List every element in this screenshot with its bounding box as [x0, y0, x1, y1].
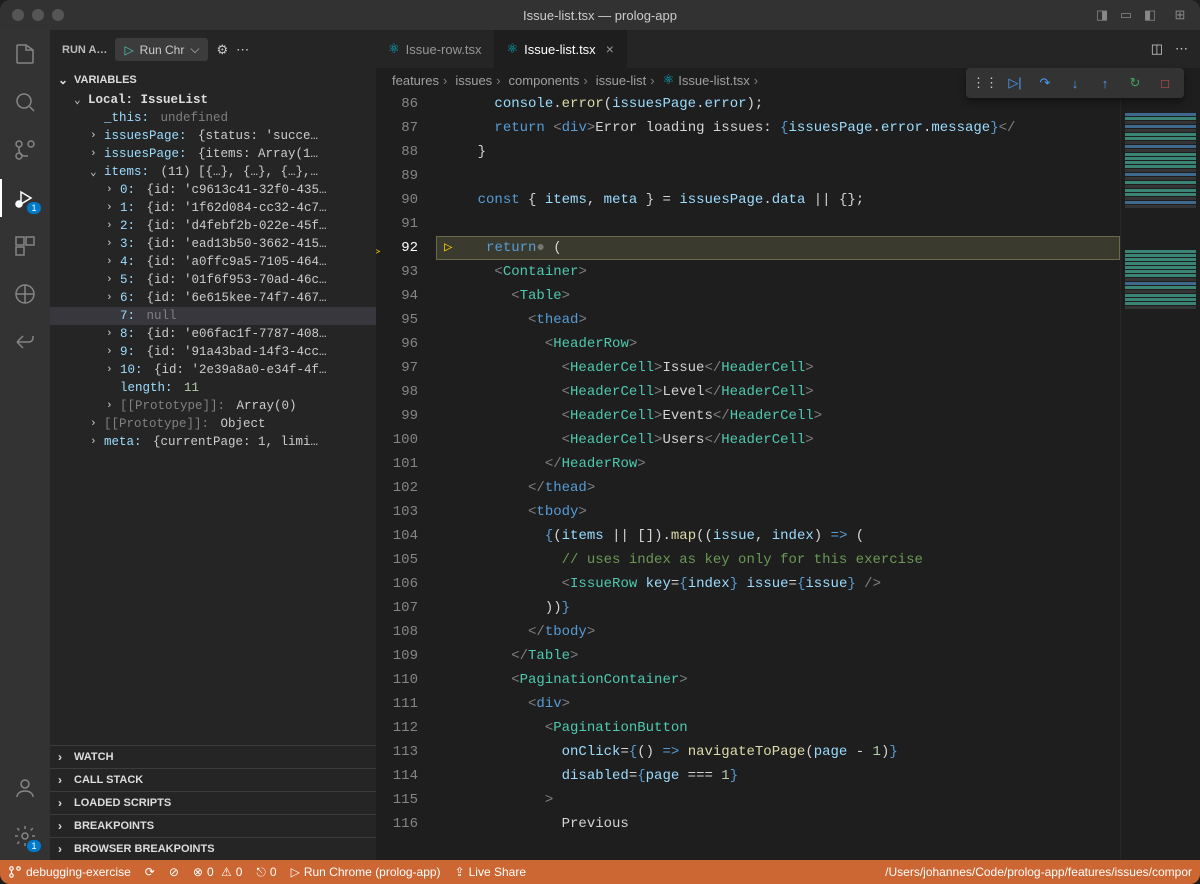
scope-label: Local: IssueList [88, 93, 208, 107]
settings-badge: 1 [27, 840, 41, 852]
chevron-down-icon: ⌵ [190, 42, 199, 57]
var-issuespage-2[interactable]: › issuesPage: {items: Array(1… [50, 145, 376, 163]
react-file-icon: ⚛ [388, 41, 400, 57]
editor-tabs: ⚛ Issue-row.tsx ⚛ Issue-list.tsx × ◫ ⋯ [376, 30, 1200, 68]
share-icon[interactable] [11, 328, 39, 356]
var-item-6[interactable]: ›6: {id: '6e615kee-74f7-467… [50, 289, 376, 307]
code-editor[interactable]: 868788899091▷929394959697989910010110210… [376, 92, 1200, 860]
port-indicator[interactable]: ⎋ 0 [256, 865, 276, 880]
step-into-icon[interactable]: ↓ [1066, 74, 1084, 92]
titlebar-layout-icons: ◨ ▭ ◧ ⊞ [1094, 7, 1188, 23]
editor-group: ⚛ Issue-row.tsx ⚛ Issue-list.tsx × ◫ ⋯ f… [376, 30, 1200, 860]
maximize-window-icon[interactable] [52, 9, 64, 21]
debug-sidebar: RUN A… ▷ Run Chr ⌵ ⚙ ⋯ ⌄ VARIABLES ⌄ Loc… [50, 30, 376, 860]
gear-icon[interactable]: ⚙ [216, 42, 228, 58]
drag-handle-icon[interactable]: ⋮⋮ [976, 74, 994, 92]
var-item-9[interactable]: ›9: {id: '91a43bad-14f3-4cc… [50, 343, 376, 361]
callstack-section[interactable]: ›CALL STACK [50, 768, 376, 791]
code-content[interactable]: console.error(issuesPage.error); return … [436, 92, 1120, 860]
var-items[interactable]: ⌄ items: (11) [{…}, {…}, {…},… [50, 163, 376, 181]
var-item-0[interactable]: ›0: {id: 'c9613c41-32f0-435… [50, 181, 376, 199]
var-item-10[interactable]: ›10: {id: '2e39a8a0-e34f-4f… [50, 361, 376, 379]
var-this[interactable]: _this: undefined [50, 109, 376, 127]
tab-label: Issue-list.tsx [524, 42, 596, 57]
debug-config-dropdown[interactable]: ▷ Run Chr ⌵ [115, 38, 208, 61]
more-icon[interactable]: ⋯ [236, 42, 249, 58]
close-window-icon[interactable] [12, 9, 24, 21]
minimap[interactable] [1120, 92, 1200, 860]
activity-bar: 1 1 [0, 30, 50, 860]
var-item-1[interactable]: ›1: {id: '1f62d084-cc32-4c7… [50, 199, 376, 217]
settings-gear-icon[interactable]: 1 [11, 822, 39, 850]
live-share[interactable]: ⇪ Live Share [455, 865, 526, 879]
scope-row[interactable]: ⌄ Local: IssueList [50, 91, 376, 109]
line-gutter: 868788899091▷929394959697989910010110210… [376, 92, 436, 860]
continue-icon[interactable]: ▷| [1006, 74, 1024, 92]
account-icon[interactable] [11, 774, 39, 802]
layout-panel-right-icon[interactable]: ◧ [1142, 7, 1158, 23]
breadcrumb[interactable]: features issues components issue-list ⚛ … [376, 68, 1200, 92]
play-icon: ▷ [124, 43, 133, 57]
debug-config-label: Run Chr [140, 43, 185, 57]
search-icon[interactable] [11, 88, 39, 116]
var-prototype[interactable]: › [[Prototype]]: Object [50, 415, 376, 433]
titlebar: Issue-list.tsx — prolog-app ◨ ▭ ◧ ⊞ [0, 0, 1200, 30]
var-item-2[interactable]: ›2: {id: 'd4febf2b-022e-45f… [50, 217, 376, 235]
tab-label: Issue-row.tsx [406, 42, 482, 57]
run-header: RUN A… ▷ Run Chr ⌵ ⚙ ⋯ [50, 30, 376, 69]
run-debug-icon[interactable]: 1 [11, 184, 39, 212]
more-actions-icon[interactable]: ⋯ [1175, 41, 1188, 57]
section-label: VARIABLES [74, 74, 137, 86]
watch-section[interactable]: ›WATCH [50, 745, 376, 768]
debug-status[interactable]: ▷ Run Chrome (prolog-app) [291, 865, 441, 879]
chevron-down-icon: ⌄ [58, 73, 70, 87]
variables-tree[interactable]: ⌄ Local: IssueList _this: undefined › is… [50, 91, 376, 745]
file-path[interactable]: /Users/johannes/Code/prolog-app/features… [885, 865, 1192, 879]
close-icon[interactable]: × [606, 41, 614, 57]
var-item-4[interactable]: ›4: {id: 'a0ffc9a5-7105-464… [50, 253, 376, 271]
app-window: Issue-list.tsx — prolog-app ◨ ▭ ◧ ⊞ 1 [0, 0, 1200, 884]
var-meta[interactable]: › meta: {currentPage: 1, limi… [50, 433, 376, 451]
traffic-lights[interactable] [12, 9, 64, 21]
tab-issue-row[interactable]: ⚛ Issue-row.tsx [376, 30, 495, 68]
var-issuespage[interactable]: › issuesPage: {status: 'succe… [50, 127, 376, 145]
minimize-window-icon[interactable] [32, 9, 44, 21]
statusbar: debugging-exercise ⟳ ⊘ ⊗ 0 ⚠ 0 ⎋ 0 ▷ Run… [0, 860, 1200, 884]
react-file-icon: ⚛ [663, 72, 675, 88]
restart-icon[interactable]: ↻ [1126, 74, 1144, 92]
var-item-3[interactable]: ›3: {id: 'ead13b50-3662-415… [50, 235, 376, 253]
stop-icon[interactable]: □ [1156, 74, 1174, 92]
cloud-icon[interactable]: ⊘ [169, 865, 179, 879]
react-file-icon: ⚛ [507, 41, 519, 57]
debug-toolbar: ⋮⋮ ▷| ↷ ↓ ↑ ↻ □ [966, 68, 1184, 98]
step-over-icon[interactable]: ↷ [1036, 74, 1054, 92]
var-length[interactable]: length: 11 [50, 379, 376, 397]
problems-indicator[interactable]: ⊗ 0 ⚠ 0 [193, 865, 243, 879]
explorer-icon[interactable] [11, 40, 39, 68]
var-item-7[interactable]: 7: null [50, 307, 376, 325]
layout-panel-left-icon[interactable]: ◨ [1094, 7, 1110, 23]
loaded-scripts-section[interactable]: ›LOADED SCRIPTS [50, 791, 376, 814]
window-title: Issue-list.tsx — prolog-app [523, 8, 677, 23]
browser-breakpoints-section[interactable]: ›BROWSER BREAKPOINTS [50, 837, 376, 860]
breakpoints-section[interactable]: ›BREAKPOINTS [50, 814, 376, 837]
run-label: RUN A… [62, 44, 107, 56]
var-prototype[interactable]: › [[Prototype]]: Array(0) [50, 397, 376, 415]
sync-icon[interactable]: ⟳ [145, 865, 155, 879]
layout-customize-icon[interactable]: ⊞ [1172, 7, 1188, 23]
layout-panel-bottom-icon[interactable]: ▭ [1118, 7, 1134, 23]
split-editor-icon[interactable]: ◫ [1151, 41, 1163, 57]
var-item-8[interactable]: ›8: {id: 'e06fac1f-7787-408… [50, 325, 376, 343]
branch-indicator[interactable]: debugging-exercise [8, 865, 131, 879]
remote-icon[interactable] [11, 280, 39, 308]
tab-issue-list[interactable]: ⚛ Issue-list.tsx × [495, 30, 627, 68]
debug-badge: 1 [27, 202, 41, 214]
source-control-icon[interactable] [11, 136, 39, 164]
extensions-icon[interactable] [11, 232, 39, 260]
step-out-icon[interactable]: ↑ [1096, 74, 1114, 92]
var-item-5[interactable]: ›5: {id: '01f6f953-70ad-46c… [50, 271, 376, 289]
variables-section-header[interactable]: ⌄ VARIABLES [50, 69, 376, 91]
